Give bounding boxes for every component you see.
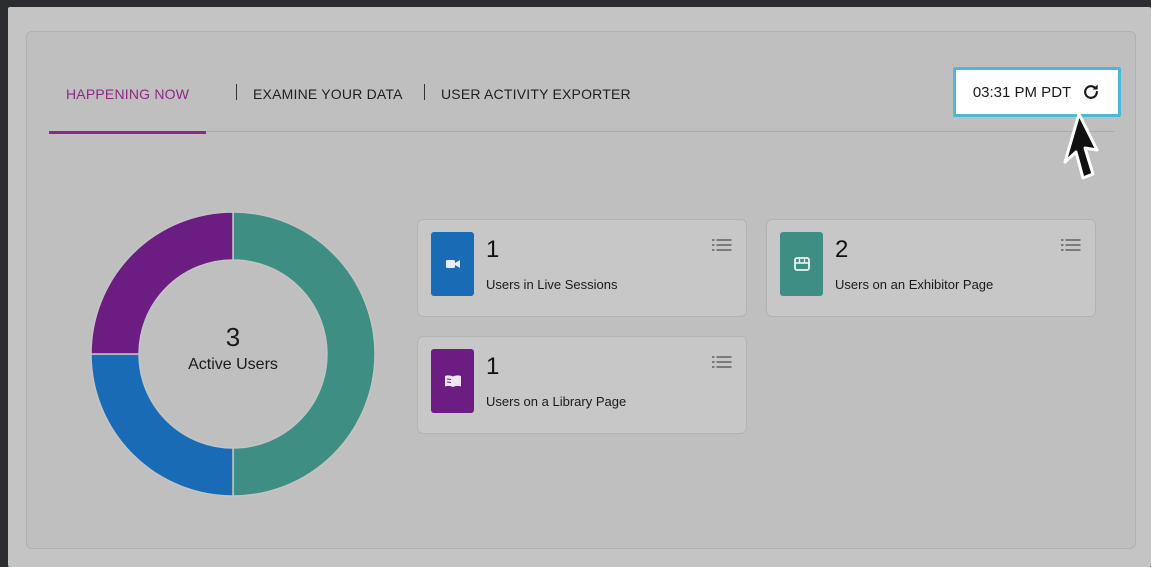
tab-happening-now[interactable]: HAPPENING NOW <box>49 80 207 134</box>
active-users-label: Active Users <box>188 356 278 373</box>
donut-center-summary: 3 Active Users <box>89 322 377 374</box>
current-time: 03:31 PM PDT <box>972 83 1072 101</box>
card-icon-box <box>431 232 474 296</box>
list-icon[interactable] <box>1061 238 1081 252</box>
card-value: 1 <box>486 353 500 380</box>
card-label: Users on a Library Page <box>486 394 627 409</box>
list-icon[interactable] <box>712 355 732 369</box>
card-icon-box <box>431 349 474 413</box>
tab-separator <box>236 84 237 100</box>
book-icon <box>444 375 461 387</box>
card-library-page: 1 Users on a Library Page <box>417 336 747 434</box>
card-icon-box <box>780 232 823 296</box>
card-label: Users in Live Sessions <box>486 277 618 292</box>
storefront-icon <box>793 257 810 271</box>
refresh-icon[interactable] <box>1081 82 1101 102</box>
active-users-count: 3 <box>225 322 241 352</box>
card-value: 1 <box>486 236 500 263</box>
mouse-cursor-icon <box>1063 112 1099 180</box>
card-exhibitor-page: 2 Users on an Exhibitor Page <box>766 219 1096 317</box>
card-label: Users on an Exhibitor Page <box>835 277 994 292</box>
tab-user-activity-exporter[interactable]: USER ACTIVITY EXPORTER <box>441 80 631 130</box>
list-icon[interactable] <box>712 238 732 252</box>
video-camera-icon <box>445 260 460 268</box>
dashboard-panel: HAPPENING NOW EXAMINE YOUR DATA USER ACT… <box>26 31 1136 549</box>
donut-slice-users-in-live-sessions <box>90 353 234 497</box>
card-live-sessions: 1 Users in Live Sessions <box>417 219 747 317</box>
card-value: 2 <box>835 236 849 263</box>
app-background: HAPPENING NOW EXAMINE YOUR DATA USER ACT… <box>8 7 1151 567</box>
tab-separator <box>424 84 425 100</box>
tab-examine-your-data[interactable]: EXAMINE YOUR DATA <box>253 80 403 130</box>
